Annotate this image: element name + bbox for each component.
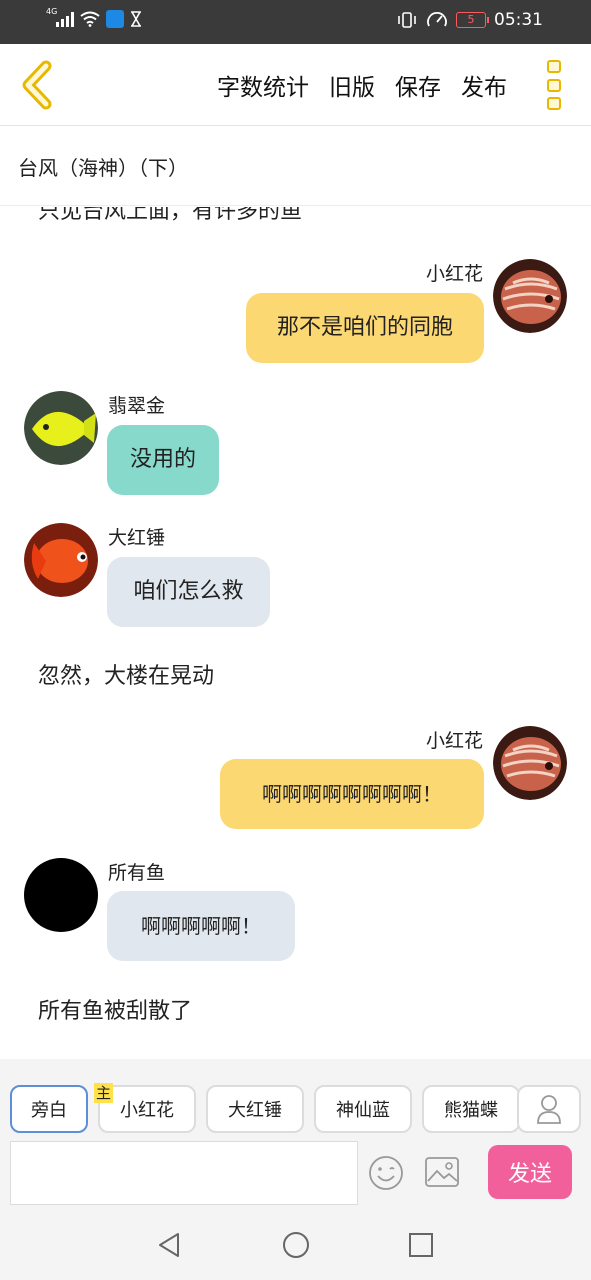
sender-name: 小红花 [425, 730, 483, 752]
role-chip-xiongmaodie[interactable]: 熊猫蝶 [422, 1085, 520, 1133]
sender-name: 所有鱼 [108, 862, 166, 884]
more-menu-icon[interactable] [547, 60, 563, 110]
message-bubble[interactable]: 啊啊啊啊啊啊啊啊！ [220, 759, 484, 829]
message-bubble[interactable]: 那不是咱们的同胞 [246, 293, 484, 363]
add-role-button[interactable] [517, 1085, 581, 1133]
toolbar-actions: 字数统计 旧版 保存 发布 [217, 68, 507, 102]
publish-button[interactable]: 发布 [461, 68, 507, 102]
image-icon[interactable] [424, 1155, 460, 1189]
status-left: 4G [46, 7, 142, 28]
back-chevron-icon[interactable] [16, 60, 56, 110]
role-chip-label: 小红花 [120, 1100, 174, 1121]
status-bar: 4G 5 05:31 [0, 0, 591, 44]
hourglass-icon [131, 11, 141, 27]
chat-area[interactable]: 只见台风上面，有许多的鱼 小红花 那不是咱们的同胞 翡翠金 没用的 大红锤 咱们… [0, 207, 591, 1059]
host-badge: 主 [94, 1083, 114, 1103]
yellow-tang-fish-avatar[interactable] [24, 391, 98, 465]
hotspot-icon [106, 10, 124, 28]
role-chip-xiaohonghua[interactable]: 主 小红花 [94, 1083, 196, 1133]
status-right: 5 05:31 [396, 10, 543, 30]
speed-meter-icon [427, 12, 447, 27]
sender-name: 翡翠金 [108, 395, 166, 417]
narration-line[interactable]: 所有鱼被刮散了 [38, 993, 192, 1025]
word-count-button[interactable]: 字数统计 [217, 68, 309, 102]
clock: 05:31 [494, 10, 543, 30]
nav-back-icon[interactable] [156, 1231, 182, 1259]
narration-line[interactable]: 忽然，大楼在晃动 [38, 658, 214, 690]
message-bubble[interactable]: 啊啊啊啊啊！ [107, 891, 295, 961]
system-nav-bar [0, 1209, 591, 1280]
sender-name: 小红花 [425, 263, 483, 285]
goldfish-avatar[interactable] [24, 523, 98, 597]
cell-signal-icon: 4G [46, 7, 74, 27]
nav-recents-icon[interactable] [408, 1231, 434, 1259]
discus-fish-avatar[interactable] [493, 726, 567, 800]
save-button[interactable]: 保存 [395, 68, 441, 102]
role-chip-narrator[interactable]: 旁白 [10, 1085, 88, 1133]
vibrate-icon [398, 12, 416, 28]
network-type: 4G [46, 7, 58, 16]
battery-icon: 5 [456, 12, 489, 28]
send-button[interactable]: 发送 [488, 1145, 572, 1199]
person-icon [537, 1095, 561, 1124]
discus-fish-avatar[interactable] [493, 259, 567, 333]
message-bubble[interactable]: 咱们怎么救 [107, 557, 270, 627]
emoji-icon[interactable] [368, 1155, 404, 1191]
role-chip-shenxianlan[interactable]: 神仙蓝 [314, 1085, 412, 1133]
top-toolbar: 字数统计 旧版 保存 发布 [0, 44, 591, 126]
message-bubble[interactable]: 没用的 [107, 425, 219, 495]
narration-cut-off: 只见台风上面，有许多的鱼 [38, 207, 303, 224]
role-selector: 旁白 主 小红花 大红锤 神仙蓝 熊猫蝶 [10, 1083, 520, 1133]
sender-name: 大红锤 [108, 527, 166, 549]
wifi-icon [80, 11, 100, 27]
story-title: 台风（海神）（下） [0, 126, 591, 206]
message-input[interactable] [10, 1141, 358, 1205]
black-circle-avatar[interactable] [24, 858, 98, 932]
old-version-button[interactable]: 旧版 [329, 68, 375, 102]
role-chip-dahongchui[interactable]: 大红锤 [206, 1085, 304, 1133]
nav-home-icon[interactable] [282, 1231, 310, 1259]
composer-panel: 旁白 主 小红花 大红锤 神仙蓝 熊猫蝶 发送 [0, 1059, 591, 1209]
